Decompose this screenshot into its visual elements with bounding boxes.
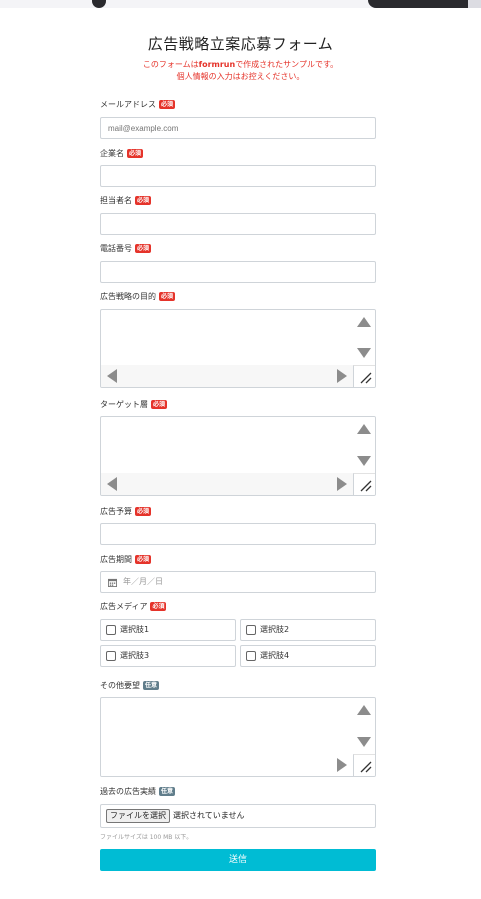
horizontal-scrollbar[interactable] <box>101 365 353 387</box>
checkbox[interactable] <box>246 625 256 635</box>
resize-handle[interactable] <box>353 754 375 776</box>
budget-input[interactable] <box>100 523 376 545</box>
required-badge: 必須 <box>159 100 176 109</box>
submit-button[interactable]: 送信 <box>100 849 376 871</box>
optional-badge: 任意 <box>159 787 176 796</box>
resize-grip-icon <box>360 480 372 492</box>
required-badge: 必須 <box>151 400 168 409</box>
scroll-down-arrow-icon[interactable] <box>357 456 371 466</box>
brand-name: formrun <box>198 60 236 69</box>
other-textarea[interactable] <box>100 697 376 777</box>
vertical-scrollbar[interactable] <box>353 310 375 365</box>
required-badge: 必須 <box>159 292 176 301</box>
phone-input[interactable] <box>100 261 376 283</box>
other-label: その他要望 任意 <box>100 681 160 690</box>
date-placeholder: 年／月／日 <box>123 577 163 586</box>
media-option-2[interactable]: 選択肢2 <box>240 619 376 641</box>
checkbox[interactable] <box>106 625 116 635</box>
notice-line-1: このフォームはformrunで作成されたサンプルです。 <box>142 60 339 69</box>
file-input[interactable]: ファイルを選択 選択されていません <box>100 804 376 828</box>
scroll-right-arrow-icon[interactable] <box>337 369 347 383</box>
scroll-down-arrow-icon[interactable] <box>357 737 371 747</box>
top-banner-strip <box>0 0 481 8</box>
scroll-left-arrow-icon[interactable] <box>107 477 117 491</box>
required-badge: 必須 <box>150 602 167 611</box>
file-size-hint: ファイルサイズは 100 MB 以下。 <box>100 834 193 841</box>
horizontal-scrollbar[interactable] <box>101 473 353 495</box>
form-title: 広告戦略立案応募フォーム <box>147 35 334 53</box>
purpose-label: 広告戦略の目的 必須 <box>100 292 176 301</box>
media-option-3[interactable]: 選択肢3 <box>100 645 236 667</box>
choose-file-button[interactable]: ファイルを選択 <box>106 809 170 823</box>
media-option-4[interactable]: 選択肢4 <box>240 645 376 667</box>
budget-label: 広告予算 必須 <box>100 507 152 516</box>
company-label: 企業名 必須 <box>100 149 144 158</box>
banner-decoration-left <box>92 0 106 8</box>
required-badge: 必須 <box>135 244 152 253</box>
vertical-scrollbar[interactable] <box>353 698 375 754</box>
resize-grip-icon <box>360 372 372 384</box>
optional-badge: 任意 <box>143 681 160 690</box>
scroll-right-arrow-icon[interactable] <box>337 758 347 772</box>
target-textarea[interactable] <box>100 416 376 496</box>
resize-grip-icon <box>360 761 372 773</box>
media-option-1[interactable]: 選択肢1 <box>100 619 236 641</box>
company-input[interactable] <box>100 165 376 187</box>
required-badge: 必須 <box>135 507 152 516</box>
phone-label: 電話番号 必須 <box>100 244 152 253</box>
required-badge: 必須 <box>127 149 144 158</box>
checkbox[interactable] <box>106 651 116 661</box>
scroll-up-arrow-icon[interactable] <box>357 705 371 715</box>
scroll-down-arrow-icon[interactable] <box>357 348 371 358</box>
media-label: 広告メディア 必須 <box>100 602 167 611</box>
period-label: 広告期間 必須 <box>100 555 152 564</box>
horizontal-scrollbar[interactable] <box>101 754 353 776</box>
person-input[interactable] <box>100 213 376 235</box>
file-status: 選択されていません <box>173 811 245 820</box>
banner-decoration-edge <box>468 0 481 8</box>
purpose-textarea[interactable] <box>100 309 376 388</box>
past-results-label: 過去の広告実績 任意 <box>100 787 176 796</box>
resize-handle[interactable] <box>353 473 375 495</box>
scroll-up-arrow-icon[interactable] <box>357 317 371 327</box>
checkbox[interactable] <box>246 651 256 661</box>
vertical-scrollbar[interactable] <box>353 417 375 473</box>
scroll-left-arrow-icon[interactable] <box>107 369 117 383</box>
banner-decoration-right <box>368 0 468 8</box>
required-badge: 必須 <box>135 196 152 205</box>
period-date-input[interactable]: 年／月／日 <box>100 571 376 593</box>
resize-handle[interactable] <box>353 365 375 387</box>
email-label: メールアドレス 必須 <box>100 100 176 109</box>
target-label: ターゲット層 必須 <box>100 400 168 409</box>
scroll-up-arrow-icon[interactable] <box>357 424 371 434</box>
form-notice: このフォームはformrunで作成されたサンプルです。 個人情報の入力はお控えく… <box>0 59 481 83</box>
email-input[interactable] <box>100 117 376 139</box>
calendar-icon[interactable] <box>108 578 117 587</box>
notice-line-2: 個人情報の入力はお控えください。 <box>176 72 305 81</box>
required-badge: 必須 <box>135 555 152 564</box>
scroll-right-arrow-icon[interactable] <box>337 477 347 491</box>
person-label: 担当者名 必須 <box>100 196 152 205</box>
